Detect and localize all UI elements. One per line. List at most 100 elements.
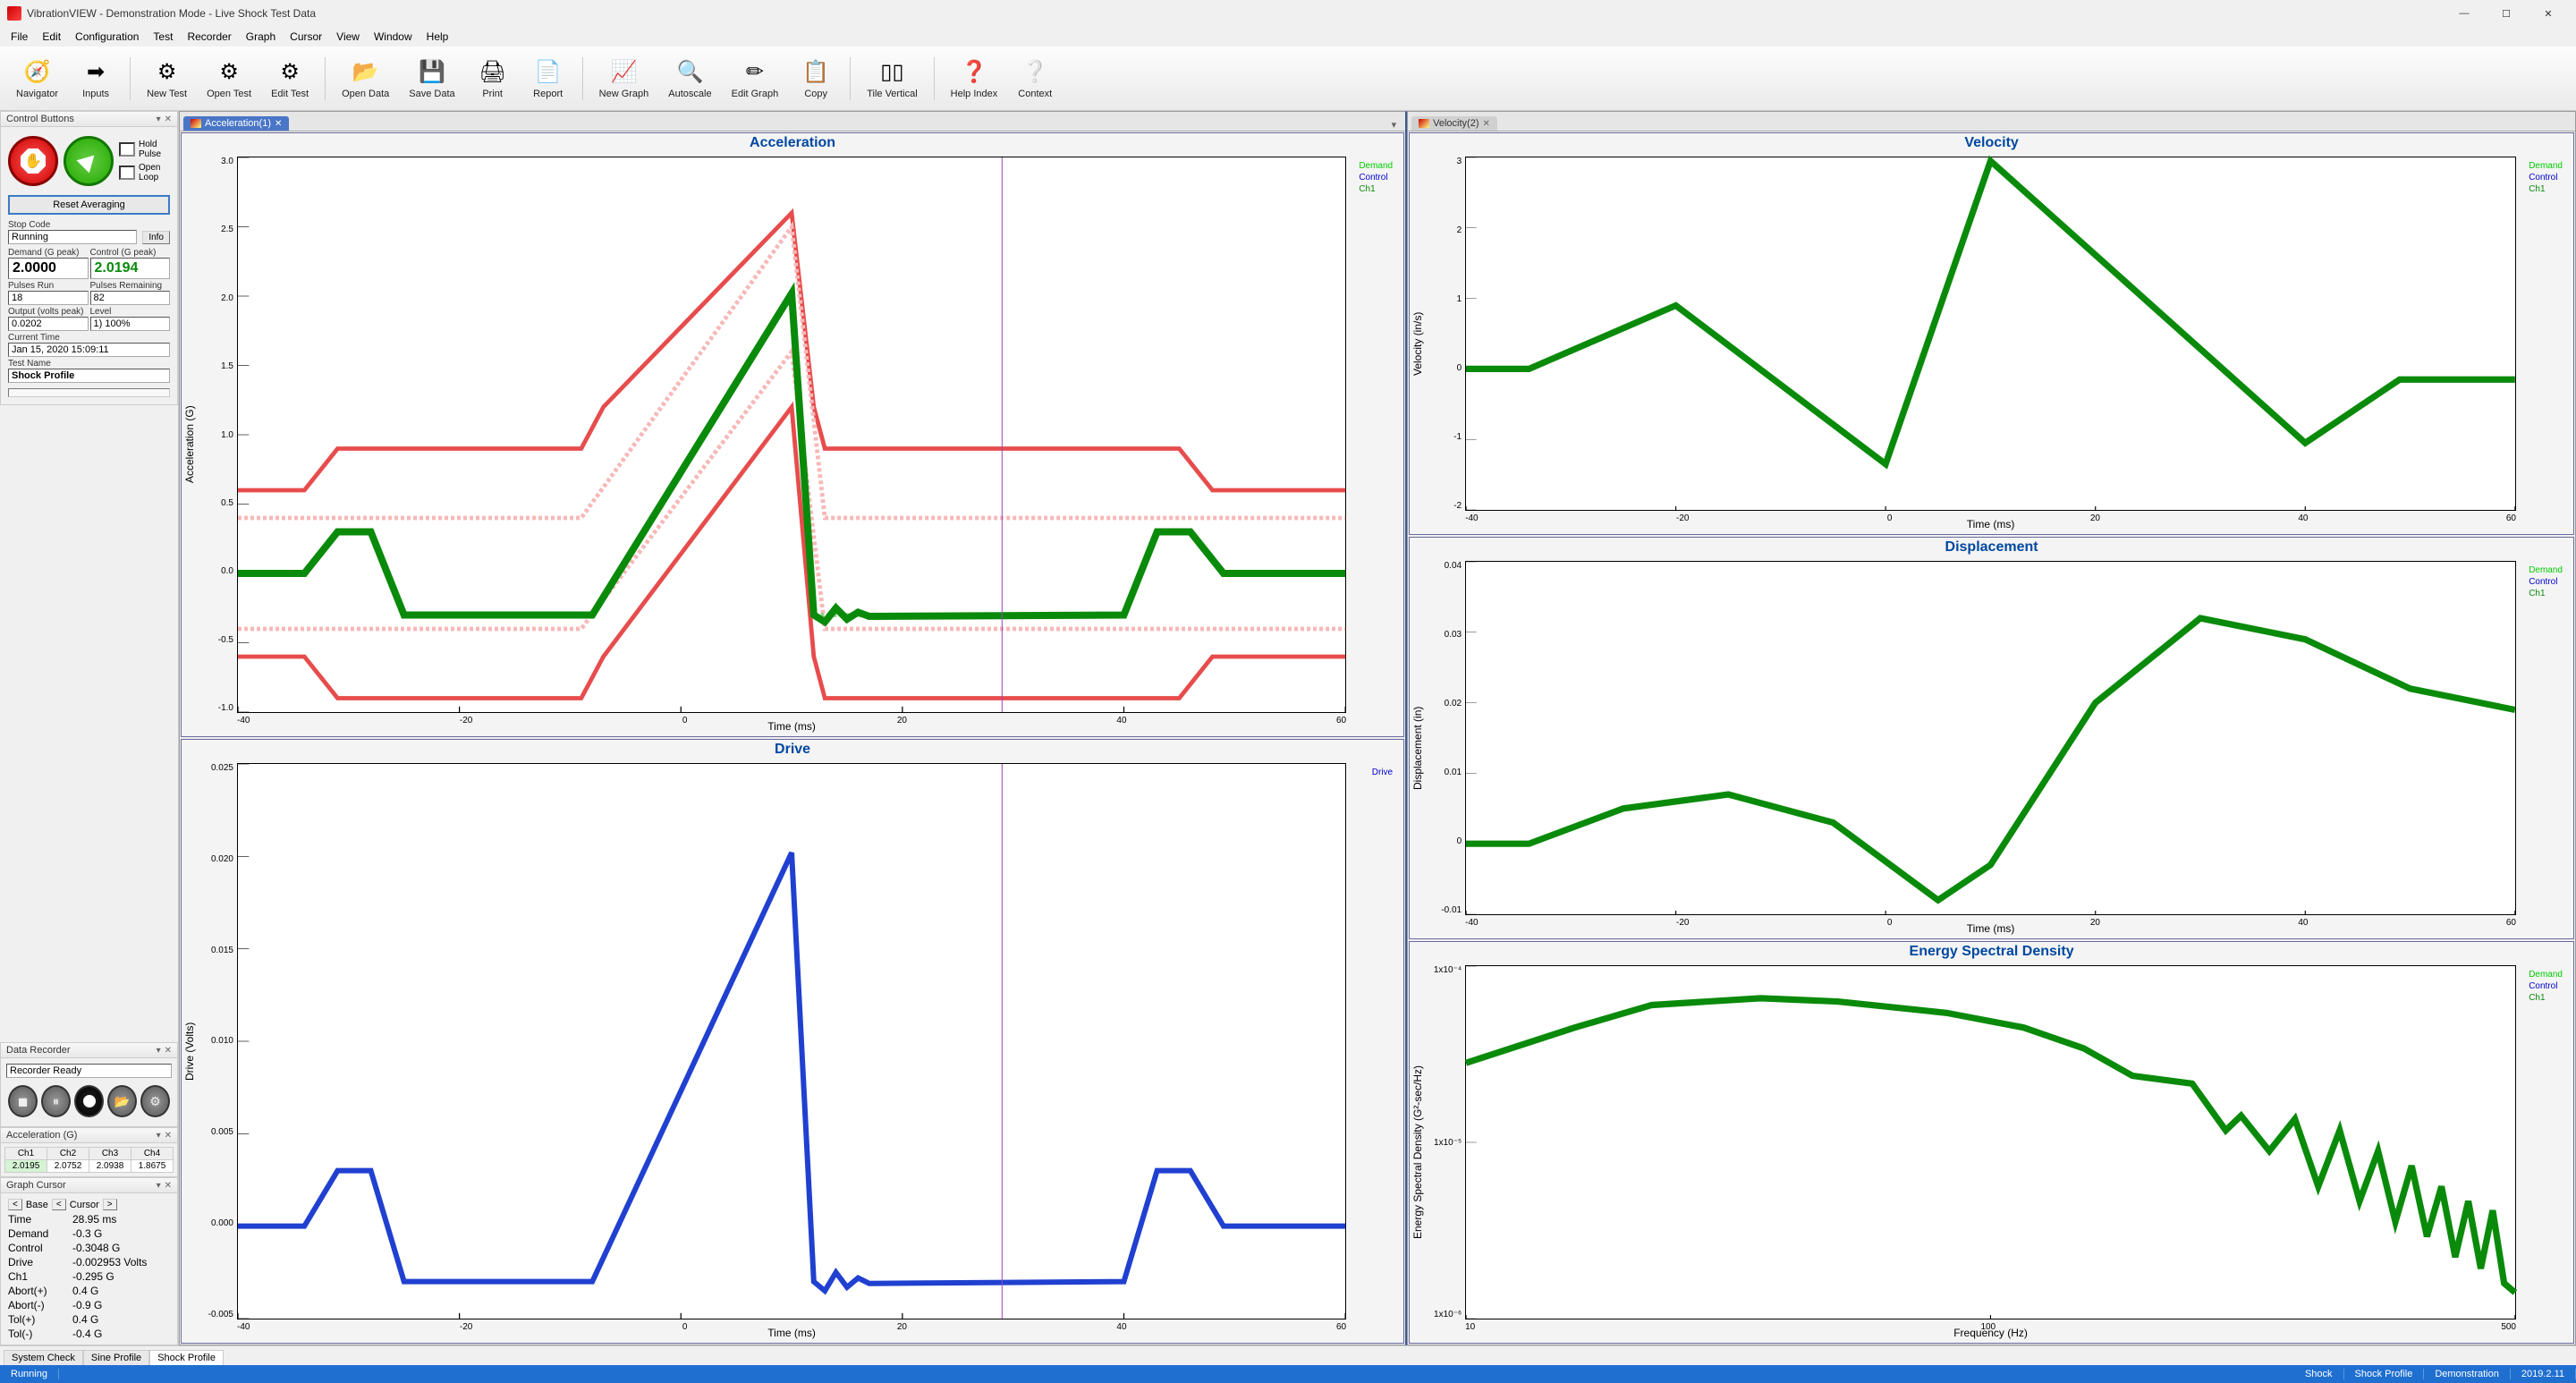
toolbar-help-index[interactable]: ❓Help Index (942, 55, 1007, 103)
panel-close-icon[interactable]: ✕ (165, 1181, 172, 1191)
minimize-button[interactable]: — (2444, 1, 2485, 26)
graph-tab-icon (191, 119, 201, 128)
pulses-remaining-value: 82 (90, 291, 171, 305)
recorder-pause-button[interactable]: ⏸ (41, 1085, 71, 1117)
acceleration-table: Ch1Ch2Ch3Ch4 2.01952.07522.09381.8675 (4, 1147, 174, 1173)
panel-menu-icon[interactable]: ▾ (157, 1046, 161, 1056)
cursor-next[interactable]: > (103, 1199, 117, 1210)
plot-area[interactable] (1465, 965, 2516, 1319)
toolbar-edit-graph[interactable]: ✏Edit Graph (723, 55, 788, 103)
toolbar-new-graph[interactable]: 📈New Graph (590, 55, 658, 103)
tab-acceleration[interactable]: Acceleration(1)✕ (183, 116, 289, 131)
open-test-icon: ⚙ (215, 58, 243, 87)
panel-menu-icon[interactable]: ▾ (157, 115, 161, 124)
status-test-type: Shock (2294, 1369, 2344, 1379)
toolbar-report[interactable]: 📄Report (521, 55, 575, 103)
menu-cursor[interactable]: Cursor (283, 29, 329, 45)
title-bar: VibrationVIEW - Demonstration Mode - Liv… (0, 0, 2576, 27)
recorder-settings-button[interactable]: ⚙ (140, 1085, 170, 1117)
menu-test[interactable]: Test (146, 29, 180, 45)
context-icon: ❔ (1021, 58, 1049, 87)
menu-edit[interactable]: Edit (35, 29, 68, 45)
toolbar-navigator[interactable]: 🧭Navigator (7, 55, 67, 103)
tab-close-icon[interactable]: ✕ (275, 119, 282, 129)
menu-bar: FileEditConfigurationTestRecorderGraphCu… (0, 27, 2576, 47)
edit-graph-icon: ✏ (741, 58, 769, 87)
panel-menu-icon[interactable]: ▾ (157, 1181, 161, 1191)
plot-area[interactable] (237, 157, 1346, 713)
toolbar-open-data[interactable]: 📂Open Data (333, 55, 398, 103)
graph-cursor-title: Graph Cursor (6, 1180, 66, 1191)
current-time-label: Current Time (8, 333, 170, 343)
toolbar-edit-test[interactable]: ⚙Edit Test (262, 55, 318, 103)
toolbar-print[interactable]: 🖨Print (466, 55, 520, 103)
x-axis-label: Time (ms) (1465, 518, 2516, 530)
panel-close-icon[interactable]: ✕ (165, 1131, 172, 1141)
toolbar-context[interactable]: ❔Context (1008, 55, 1062, 103)
stop-button[interactable]: ✋ (8, 136, 58, 186)
tab-close-icon[interactable]: ✕ (1482, 119, 1489, 129)
control-value: 2.0194 (90, 258, 171, 279)
hold-pulse-toggle[interactable] (119, 142, 135, 157)
panel-close-icon[interactable]: ✕ (165, 1046, 172, 1056)
x-axis-label: Time (ms) (237, 720, 1346, 733)
status-version: 2019.2.11 (2511, 1369, 2576, 1379)
current-time-value: Jan 15, 2020 15:09:11 (8, 343, 170, 357)
open-data-icon: 📂 (352, 58, 380, 87)
accel-header: Ch4 (131, 1148, 174, 1160)
start-button[interactable] (64, 136, 114, 186)
menu-help[interactable]: Help (419, 29, 456, 45)
plot-area[interactable] (237, 763, 1346, 1319)
recorder-open-button[interactable]: 📂 (107, 1085, 137, 1117)
info-button[interactable]: Info (142, 231, 170, 244)
menu-window[interactable]: Window (367, 29, 419, 45)
plot-area[interactable] (1465, 561, 2516, 915)
menu-recorder[interactable]: Recorder (180, 29, 238, 45)
y-axis-label: Displacement (in) (1410, 557, 1426, 938)
new-test-icon: ⚙ (153, 58, 182, 87)
toolbar-autoscale[interactable]: 🔍Autoscale (659, 55, 720, 103)
legend: DemandControlCh1 (2529, 160, 2563, 195)
plot-area[interactable] (1465, 157, 2516, 511)
cursor-row: Time28.95 ms (4, 1212, 174, 1226)
status-profile: Shock Profile (2344, 1369, 2425, 1379)
recorder-stop-button[interactable]: ◼ (8, 1085, 38, 1117)
panel-menu-icon[interactable]: ▾ (157, 1131, 161, 1141)
open-loop-toggle[interactable] (119, 165, 135, 180)
chart-title: Drive (182, 740, 1403, 759)
bottom-tab-sine-profile[interactable]: Sine Profile (83, 1350, 149, 1365)
chart-title: Velocity (1410, 133, 2573, 153)
output-value: 0.0202 (8, 317, 89, 331)
panel-close-icon[interactable]: ✕ (165, 115, 172, 124)
menu-configuration[interactable]: Configuration (68, 29, 146, 45)
tab-dropdown[interactable]: ▾ (1386, 119, 1402, 131)
maximize-button[interactable]: ☐ (2486, 1, 2527, 26)
toolbar-save-data[interactable]: 💾Save Data (400, 55, 463, 103)
cursor-base-next[interactable]: < (52, 1199, 66, 1210)
menu-view[interactable]: View (329, 29, 367, 45)
tab-velocity[interactable]: Velocity(2)✕ (1411, 116, 1497, 131)
bottom-tab-system-check[interactable]: System Check (4, 1350, 83, 1365)
menu-graph[interactable]: Graph (239, 29, 283, 45)
toolbar-inputs[interactable]: ➡Inputs (69, 55, 123, 103)
accel-header: Ch2 (47, 1148, 89, 1160)
cursor-base-prev[interactable]: < (8, 1199, 22, 1210)
tab-velocity-label: Velocity(2) (1433, 118, 1479, 129)
cursor-base-label: Base (26, 1200, 48, 1210)
toolbar-open-test[interactable]: ⚙Open Test (198, 55, 260, 103)
bottom-tab-shock-profile[interactable]: Shock Profile (149, 1350, 224, 1365)
toolbar-new-test[interactable]: ⚙New Test (138, 55, 196, 103)
chart-title: Displacement (1410, 538, 2573, 557)
toolbar-copy[interactable]: 📋Copy (789, 55, 843, 103)
demand-value: 2.0000 (8, 258, 89, 279)
accel-value: 1.8675 (131, 1160, 174, 1173)
test-name-label: Test Name (8, 359, 170, 369)
reset-averaging-button[interactable]: Reset Averaging (8, 195, 170, 215)
close-button[interactable]: ✕ (2528, 1, 2569, 26)
menu-file[interactable]: File (4, 29, 35, 45)
test-name-value: Shock Profile (8, 369, 170, 383)
toolbar-tile-vertical[interactable]: ▯▯Tile Vertical (858, 55, 926, 103)
cursor-cursor-label: Cursor (70, 1200, 99, 1210)
recorder-record-button[interactable] (74, 1085, 104, 1117)
data-recorder-title: Data Recorder (6, 1045, 71, 1056)
